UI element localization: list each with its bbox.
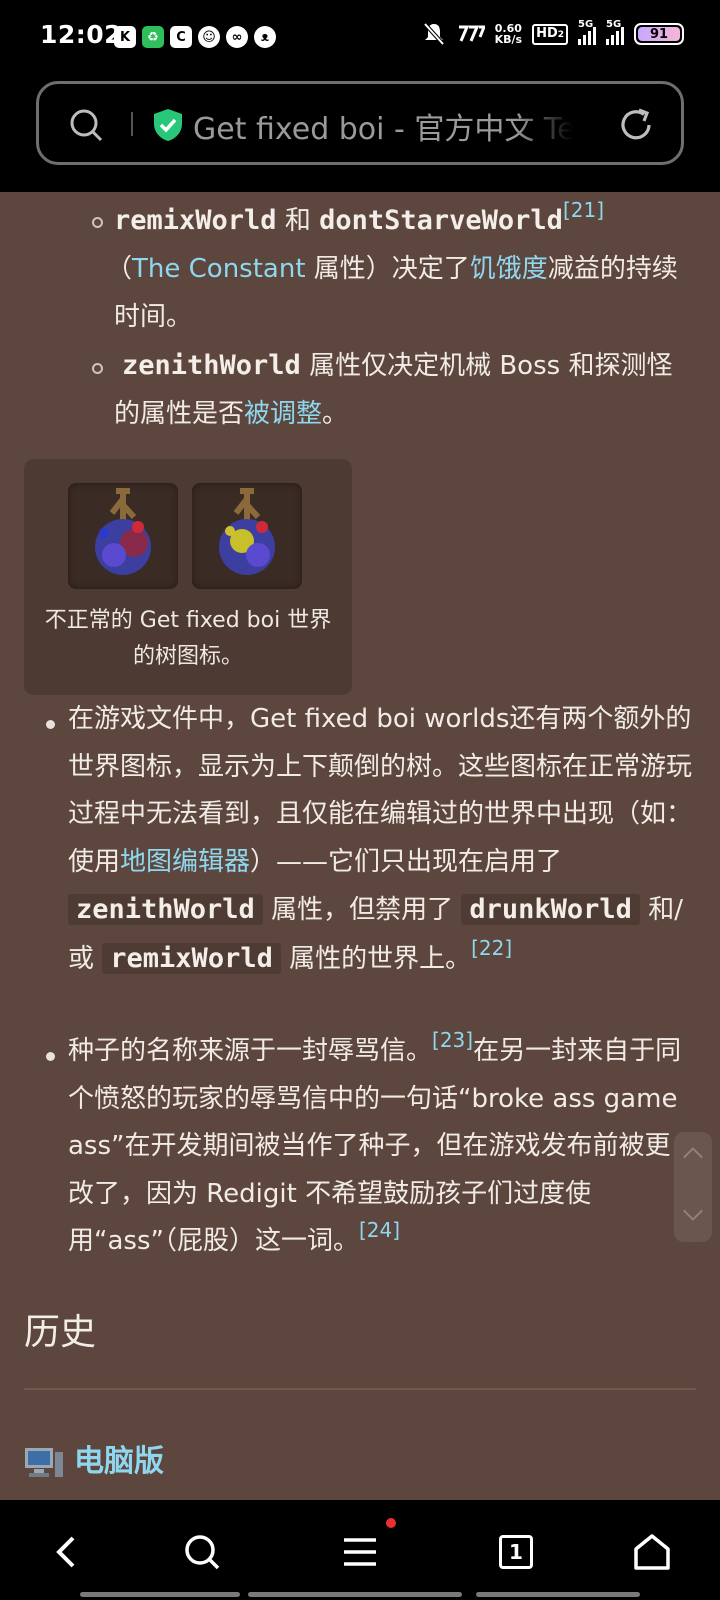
bullet — [46, 720, 55, 729]
upside-down-tree-icon — [95, 488, 151, 575]
search-icon[interactable] — [69, 108, 103, 142]
signal-2-icon: 5G — [606, 19, 624, 45]
section-heading-history: 历史 — [24, 1312, 97, 1353]
search-icon — [185, 1535, 220, 1570]
ref-link[interactable]: [22] — [471, 936, 512, 960]
hd-index: 2 — [557, 29, 564, 40]
image-gallery: 不正常的 Get fixed boi 世界的树图标。 — [24, 459, 352, 695]
nfc-icon — [458, 25, 485, 42]
link-adjusted[interactable]: 被调整 — [244, 399, 322, 429]
hd-label: HD — [536, 25, 558, 41]
green-app-icon: ♻ — [142, 26, 164, 48]
text: ）——它们只出现在启用了 — [250, 846, 563, 877]
battery-level: 91 — [638, 27, 680, 42]
code-remixworld: remixWorld — [102, 942, 281, 974]
list-item: zenithWorld 属性仅决定机械 Boss 和探测怪的属性是否被调整。 — [114, 342, 694, 438]
list-item: remixWorld 和 dontStarveWorld[21] （The Co… — [106, 197, 694, 341]
reload-icon[interactable] — [617, 106, 655, 144]
cat-app-icon: ᴥ — [254, 26, 276, 48]
browser-bottom-nav: 1 — [0, 1500, 720, 1600]
bullet — [46, 1052, 55, 1061]
ref-link[interactable]: [24] — [359, 1218, 400, 1242]
ref-link[interactable]: [23] — [432, 1028, 473, 1052]
hd-badge: HD2 — [532, 23, 568, 45]
tabs-icon: 1 — [499, 1535, 533, 1569]
home-button[interactable] — [624, 1524, 680, 1580]
list-item: 种子的名称来源于一封辱骂信。[23]在另一封来自于同个愤怒的玩家的辱骂信中的一句… — [68, 1028, 694, 1266]
link-the-constant[interactable]: The Constant — [132, 254, 306, 284]
notification-icons: K ♻ C ☺ ∞ ᴥ — [114, 26, 276, 48]
tab-count: 1 — [509, 1540, 523, 1564]
status-bar: 12:02 K ♻ C ☺ ∞ ᴥ 0.60 KB/s HD2 5G 5G 91 — [0, 0, 720, 78]
clock: 12:02 — [40, 20, 123, 49]
menu-notification-dot — [386, 1518, 396, 1528]
heading-divider — [24, 1388, 696, 1390]
home-icon — [634, 1534, 670, 1570]
conj-text: 和 — [284, 206, 311, 236]
code-remixworld: remixWorld — [114, 205, 277, 236]
sub-bullet — [92, 217, 103, 228]
gesture-bar — [80, 1592, 240, 1597]
text: 属性的世界上。 — [289, 943, 472, 974]
code-zenithworld: zenithWorld — [68, 894, 263, 925]
mute-bell-icon — [423, 22, 445, 46]
link-hunger[interactable]: 饥饿度 — [470, 254, 548, 284]
address-bar[interactable]: Get fixed boi - 官方中文 Terraria Wiki — [36, 81, 684, 165]
c-app-icon: C — [170, 26, 192, 48]
k-app-icon: K — [114, 26, 136, 48]
speed-unit: KB/s — [494, 33, 523, 46]
ref-link[interactable]: [21] — [563, 198, 604, 222]
face-app-icon: ☺ — [198, 26, 220, 48]
system-icons: 0.60 KB/s HD2 5G 5G 91 — [423, 19, 684, 46]
code-drunkworld: drunkWorld — [461, 894, 640, 925]
browser-toolbar: Get fixed boi - 官方中文 Terraria Wiki — [0, 78, 720, 192]
text: （ — [106, 254, 133, 284]
list-item: 在游戏文件中，Get fixed boi worlds还有两个额外的世界图标，显… — [68, 696, 694, 983]
tree-icon-image[interactable] — [68, 483, 178, 589]
link-map-editor[interactable]: 地图编辑器 — [120, 847, 250, 877]
battery-icon: 91 — [634, 23, 684, 45]
text: 属性，但禁用了 — [271, 895, 454, 925]
signal-2-label: 5G — [606, 19, 622, 30]
back-button[interactable] — [38, 1524, 94, 1580]
text: 。 — [322, 399, 349, 429]
menu-button[interactable] — [332, 1524, 388, 1580]
signal-1-label: 5G — [578, 19, 594, 30]
code-dontstarveworld: dontStarveWorld — [319, 205, 563, 236]
upside-down-tree-icon — [219, 488, 275, 575]
signal-1-icon: 5G — [578, 19, 596, 45]
text: 种子的名称来源于一封辱骂信。 — [68, 1036, 433, 1066]
code-zenithworld: zenithWorld — [122, 350, 301, 381]
back-arrow-icon — [56, 1536, 75, 1568]
gallery-caption: 不正常的 Get fixed boi 世界的树图标。 — [44, 608, 332, 669]
tabs-button[interactable]: 1 — [488, 1524, 544, 1580]
link-app-icon: ∞ — [226, 26, 248, 48]
address-divider — [131, 112, 133, 136]
section-heading-pc[interactable]: 电脑版 — [74, 1436, 164, 1480]
article-content: remixWorld 和 dontStarveWorld[21] （The Co… — [0, 192, 720, 1500]
url-text[interactable]: Get fixed boi - 官方中文 Terraria Wiki — [193, 104, 573, 144]
menu-icon — [344, 1538, 376, 1566]
sub-bullet — [92, 363, 103, 374]
network-speed: 0.60 KB/s — [495, 23, 522, 45]
scroll-handle[interactable] — [674, 1132, 712, 1242]
search-button[interactable] — [174, 1524, 230, 1580]
secure-shield-icon[interactable] — [152, 108, 184, 142]
desktop-computer-icon — [25, 1448, 63, 1477]
text: 属性）决定了 — [305, 254, 470, 284]
gesture-bar — [248, 1592, 462, 1597]
tree-icon-image[interactable] — [192, 483, 302, 589]
gesture-bar — [476, 1592, 640, 1597]
